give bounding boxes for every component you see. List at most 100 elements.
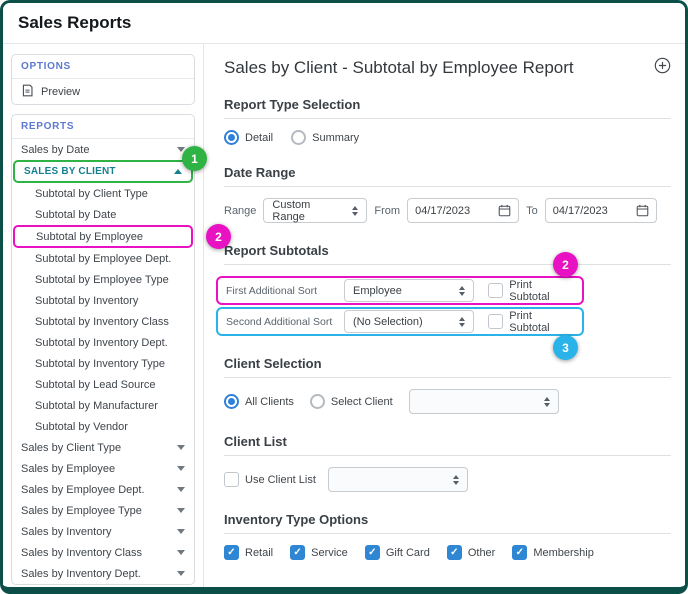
sidebar-item-sales-by-inventory-dept[interactable]: Sales by Inventory Dept. bbox=[12, 563, 194, 584]
to-date-input[interactable]: 04/17/2023 bbox=[544, 198, 657, 223]
subitem-label: Subtotal by Employee Type bbox=[35, 273, 169, 286]
calendar-icon[interactable] bbox=[498, 204, 511, 217]
print-subtotal-checkbox[interactable] bbox=[488, 314, 504, 329]
radio-label: Summary bbox=[312, 131, 360, 144]
sidebar-item-sales-by-employee-dept[interactable]: Sales by Employee Dept. bbox=[12, 479, 194, 500]
sidebar-subitem-client-type[interactable]: Subtotal by Client Type bbox=[12, 183, 194, 204]
from-date-input[interactable]: 04/17/2023 bbox=[407, 198, 520, 223]
sidebar-item-sales-by-inventory-class[interactable]: Sales by Inventory Class bbox=[12, 542, 194, 563]
subitem-label: Subtotal by Vendor bbox=[35, 420, 128, 433]
sidebar-subitem-inventory[interactable]: Subtotal by Inventory bbox=[12, 290, 194, 311]
subitem-label: Subtotal by Manufacturer bbox=[35, 399, 158, 412]
subitem-label: Subtotal by Employee Dept. bbox=[35, 252, 172, 265]
checkbox[interactable] bbox=[446, 545, 462, 560]
print-subtotal-checkbox[interactable] bbox=[488, 283, 504, 298]
divider bbox=[224, 264, 671, 265]
radio-button[interactable] bbox=[291, 130, 307, 145]
inventory-checkbox-service[interactable]: Service bbox=[290, 545, 348, 560]
radio-all-clients[interactable]: All Clients bbox=[224, 394, 294, 409]
select-chevrons-icon bbox=[459, 285, 466, 296]
inventory-checkbox-gift-card[interactable]: Gift Card bbox=[364, 545, 430, 560]
radio-summary[interactable]: Summary bbox=[291, 130, 359, 145]
sidebar-item-preview[interactable]: Preview bbox=[12, 79, 194, 104]
sidebar-item-sales-by-client[interactable]: SALES BY CLIENT bbox=[15, 162, 191, 181]
active-report-label: SALES BY CLIENT bbox=[24, 166, 116, 177]
sidebar-subitem-lead-source[interactable]: Subtotal by Lead Source bbox=[12, 374, 194, 395]
sidebar-item-sales-by-employee-type[interactable]: Sales by Employee Type bbox=[12, 500, 194, 521]
chevron-down-icon bbox=[177, 508, 185, 513]
report-label: Sales by Employee Type bbox=[21, 504, 142, 517]
sidebar-subitem-inventory-class[interactable]: Subtotal by Inventory Class bbox=[12, 311, 194, 332]
checkbox[interactable] bbox=[290, 545, 306, 560]
checkbox-label: Service bbox=[311, 546, 348, 559]
radio-button[interactable] bbox=[309, 394, 325, 409]
range-select[interactable]: Custom Range bbox=[263, 198, 368, 223]
inventory-checkbox-retail[interactable]: Retail bbox=[224, 545, 273, 560]
radio-button[interactable] bbox=[224, 394, 239, 409]
sidebar-item-sales-by-date[interactable]: Sales by Date bbox=[12, 139, 194, 160]
inventory-checkbox-other[interactable]: Other bbox=[446, 545, 495, 560]
divider bbox=[224, 118, 671, 119]
inventory-checkbox-membership[interactable]: Membership bbox=[512, 545, 594, 560]
chevron-down-icon bbox=[177, 445, 185, 450]
sidebar-subitem-date[interactable]: Subtotal by Date bbox=[12, 204, 194, 225]
app-window: Sales Reports OPTIONS Preview REPORTS Sa… bbox=[0, 0, 688, 594]
report-label: Sales by Inventory bbox=[21, 525, 112, 538]
sidebar-subitem-inventory-type[interactable]: Subtotal by Inventory Type bbox=[12, 353, 194, 374]
section-client-selection: Client Selection All Clients Select Clie… bbox=[224, 356, 671, 414]
date-value: 04/17/2023 bbox=[552, 204, 608, 217]
sidebar-subitem-employee[interactable]: Subtotal by Employee bbox=[15, 227, 191, 246]
section-heading: Inventory Type Options bbox=[224, 512, 369, 527]
report-title: Sales by Client - Subtotal by Employee R… bbox=[224, 58, 574, 77]
titlebar: Sales Reports bbox=[3, 3, 685, 44]
subitem-label: Subtotal by Lead Source bbox=[35, 378, 156, 391]
radio-select-client[interactable]: Select Client bbox=[309, 394, 393, 409]
annotation-badge-2: 2 bbox=[553, 252, 578, 277]
subitem-label: Subtotal by Employee bbox=[36, 230, 144, 243]
first-sort-select[interactable]: Employee bbox=[344, 279, 475, 302]
client-list-select[interactable] bbox=[327, 467, 468, 492]
checkbox[interactable] bbox=[512, 545, 528, 560]
radio-detail[interactable]: Detail bbox=[224, 130, 273, 145]
print-subtotal-checkbox-group[interactable]: Print Subtotal bbox=[488, 310, 574, 334]
second-sort-label: Second Additional Sort bbox=[226, 315, 333, 328]
sidebar-item-sales-by-inventory[interactable]: Sales by Inventory bbox=[12, 521, 194, 542]
sidebar-subitem-employee-type[interactable]: Subtotal by Employee Type bbox=[12, 269, 194, 290]
checkbox[interactable] bbox=[364, 545, 380, 560]
date-value: 04/17/2023 bbox=[415, 204, 471, 217]
use-client-list-checkbox-group[interactable]: Use Client List bbox=[224, 472, 316, 487]
subitem-label: Subtotal by Inventory Type bbox=[35, 357, 166, 370]
client-select[interactable] bbox=[408, 389, 559, 414]
sidebar-item-sales-by-client-type[interactable]: Sales by Client Type bbox=[12, 437, 194, 458]
plus-circle-icon bbox=[654, 57, 671, 74]
use-client-list-checkbox[interactable] bbox=[224, 472, 239, 487]
divider bbox=[224, 377, 671, 378]
checkbox-label: Print Subtotal bbox=[509, 309, 550, 334]
section-heading: Report Type Selection bbox=[224, 97, 361, 112]
print-subtotal-checkbox-group[interactable]: Print Subtotal bbox=[488, 279, 574, 303]
select-chevrons-icon bbox=[452, 474, 459, 485]
chevron-down-icon bbox=[177, 487, 185, 492]
section-heading: Client List bbox=[224, 434, 287, 449]
report-label: Sales by Date bbox=[21, 143, 90, 156]
calendar-icon[interactable] bbox=[636, 204, 649, 217]
second-sort-select[interactable]: (No Selection) bbox=[344, 310, 475, 333]
chevron-up-icon bbox=[174, 169, 182, 174]
sidebar-subitem-employee-dept[interactable]: Subtotal by Employee Dept. bbox=[12, 248, 194, 269]
range-label: Range bbox=[224, 204, 257, 217]
annotation-box-green: SALES BY CLIENT 1 bbox=[13, 146, 207, 183]
sidebar-item-sales-by-employee[interactable]: Sales by Employee bbox=[12, 458, 194, 479]
checkbox-label: Gift Card bbox=[385, 546, 430, 559]
add-button[interactable] bbox=[654, 57, 671, 74]
select-value: (No Selection) bbox=[353, 315, 423, 328]
sidebar-subitem-inventory-dept[interactable]: Subtotal by Inventory Dept. bbox=[12, 332, 194, 353]
sidebar-subitem-manufacturer[interactable]: Subtotal by Manufacturer bbox=[12, 395, 194, 416]
subitem-label: Subtotal by Client Type bbox=[35, 187, 148, 200]
annotation-box-magenta: Subtotal by Employee 2 bbox=[13, 224, 231, 249]
section-report-subtotals: Report Subtotals First Additional Sort E… bbox=[216, 243, 671, 360]
chevron-down-icon bbox=[177, 571, 185, 576]
radio-button[interactable] bbox=[224, 130, 239, 145]
checkbox-label: Retail bbox=[245, 546, 274, 559]
sidebar-subitem-vendor[interactable]: Subtotal by Vendor bbox=[12, 416, 194, 437]
checkbox[interactable] bbox=[224, 545, 239, 560]
